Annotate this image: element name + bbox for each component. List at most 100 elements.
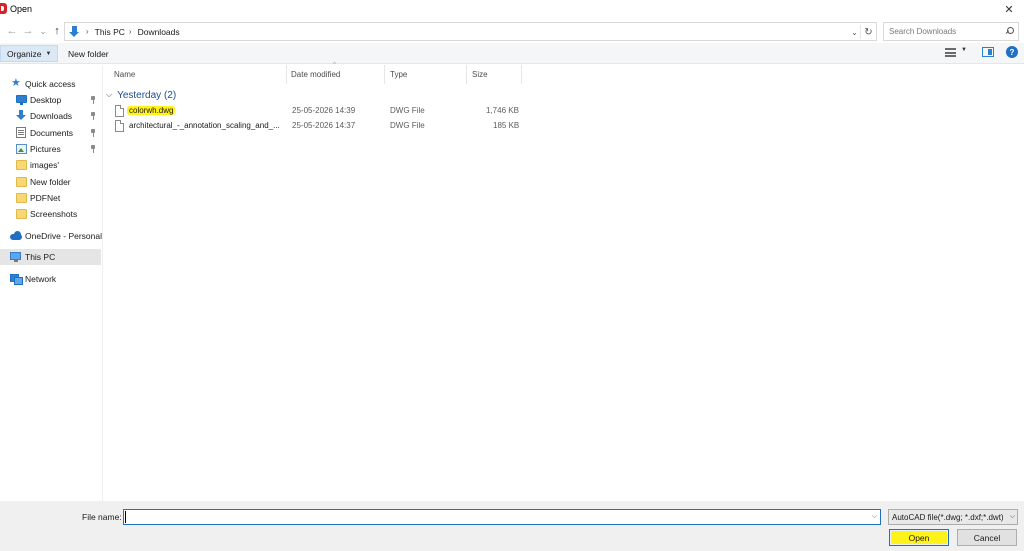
file-name-text: colorwh.dwg [127,106,176,115]
organize-button[interactable]: Organize ▼ [0,45,59,62]
sidebar-item-label: images' [30,160,60,170]
search-input[interactable]: Search Downloads [889,27,956,36]
file-size: 1,746 KB [486,106,519,115]
close-button[interactable]: ✕ [994,0,1024,18]
title-bar: Open ✕ [0,0,1024,18]
desktop-icon [16,95,27,105]
search-icon[interactable] [1005,27,1014,36]
sidebar-item-label: Screenshots [30,209,78,219]
breadcrumb-downloads[interactable]: Downloads [138,27,180,37]
sidebar-item-label: PDFNet [30,193,61,203]
caret-down-icon: ▼ [45,50,52,57]
sidebar-item-images[interactable]: images' [0,157,101,173]
help-icon[interactable]: ? [1006,46,1018,58]
file-row-architectural[interactable]: architectural_-_annotation_scaling_and_.… [110,119,530,134]
navigation-row: ← → ⌄ ↑ › This PC › Downloads ⌄ ↻ Search… [0,20,1024,42]
address-history-dropdown[interactable]: ⌄ [849,25,861,39]
folder-icon [16,160,27,170]
file-type-select[interactable]: AutoCAD file(*.dwg; *.dxf;*.dwt) ⌵ [888,509,1018,525]
open-button[interactable]: Open [889,529,949,546]
folder-icon [16,177,27,187]
cancel-button[interactable]: Cancel [957,529,1017,546]
file-icon [115,105,124,117]
sidebar-item-label: Documents [30,128,73,138]
sidebar-item-desktop[interactable]: Desktop [0,92,101,108]
breadcrumb-separator[interactable]: › [86,27,89,36]
sidebar-item-label: Network [25,274,57,284]
file-name-input[interactable] [123,509,881,525]
pin-icon[interactable] [90,96,96,104]
sort-caret-icon: ^ [333,62,336,68]
group-header-yesterday[interactable]: ⌵ Yesterday (2) [106,88,176,102]
up-button[interactable]: ↑ [50,23,64,39]
sidebar-item-this-pc[interactable]: This PC [0,249,101,265]
text-cursor [125,511,126,523]
sidebar-item-quick-access[interactable]: Quick access [0,76,101,92]
sidebar-item-screenshots[interactable]: Screenshots [0,206,101,222]
file-name-dropdown-icon[interactable]: ⌵ [869,510,880,524]
navigation-pane: Quick access Desktop Downloads Documents… [0,65,103,501]
back-button[interactable]: ← [5,23,19,39]
breadcrumb-this-pc[interactable]: This PC [95,27,125,37]
group-label: Yesterday (2) [117,89,177,101]
change-view-icon[interactable] [945,48,956,57]
window-title: Open [10,4,33,14]
folder-icon [16,209,27,219]
file-name-label: File name: [82,512,122,522]
column-header-type[interactable]: Type [386,65,467,84]
sidebar-item-downloads[interactable]: Downloads [0,108,101,124]
file-size: 185 KB [493,121,520,130]
forward-button[interactable]: → [21,23,35,39]
search-box[interactable]: Search Downloads [883,22,1019,41]
folder-icon [16,193,27,203]
file-type-value: AutoCAD file(*.dwg; *.dxf;*.dwt) [892,512,1004,522]
sidebar-item-label: Downloads [30,111,73,121]
chevron-down-icon: ⌵ [106,90,113,99]
recent-locations-button[interactable]: ⌄ [36,23,50,39]
file-date: 25-05-2026 14:37 [292,121,356,130]
download-icon [16,110,27,120]
sidebar-item-network[interactable]: Network [0,271,101,287]
file-type: DWG File [390,121,425,130]
app-icon [0,3,7,14]
sidebar-item-pdfnet[interactable]: PDFNet [0,190,101,206]
file-name: colorwh.dwg [127,106,176,115]
address-bar[interactable]: › This PC › Downloads ⌄ ↻ [64,22,877,41]
sidebar-item-pictures[interactable]: Pictures [0,141,101,157]
pin-icon[interactable] [90,112,96,120]
view-options-caret-icon[interactable]: ▼ [961,47,967,53]
file-name: architectural_-_annotation_scaling_and_.… [129,121,280,130]
pin-icon[interactable] [90,129,96,137]
downloads-location-icon [68,25,82,39]
column-header-name[interactable]: Name [110,65,287,84]
sidebar-item-onedrive[interactable]: OneDrive - Personal [0,228,102,244]
bottom-panel: File name: ⌵ AutoCAD file(*.dwg; *.dxf;*… [0,501,1024,551]
file-date: 25-05-2026 14:39 [292,106,356,115]
column-header-size[interactable]: Size [468,65,522,84]
new-folder-button[interactable]: New folder [62,45,115,62]
star-icon [11,77,22,89]
computer-icon [10,252,21,262]
sidebar-item-label: New folder [30,177,71,187]
sidebar-item-label: This PC [25,252,56,262]
column-header-date-modified[interactable]: Date modified [287,65,385,84]
sidebar-item-documents[interactable]: Documents [0,125,101,141]
organize-label: Organize [7,48,42,59]
sidebar-item-label: Pictures [30,144,61,154]
file-type: DWG File [390,106,425,115]
documents-icon [16,127,26,138]
open-button-label: Open [908,532,930,543]
sidebar-item-label: Quick access [25,79,76,89]
refresh-icon[interactable]: ↻ [862,25,875,39]
network-icon [10,273,23,285]
file-row-colorwh[interactable]: colorwh.dwg 25-05-2026 14:39 DWG File 1,… [110,104,530,119]
preview-pane-icon[interactable] [982,47,994,57]
sidebar-item-new-folder[interactable]: New folder [0,174,101,190]
pin-icon[interactable] [90,145,96,153]
file-icon [115,120,124,132]
file-list: Name Date modified ^ Type Size ⌵ Yesterd… [104,62,1024,501]
command-toolbar: Organize ▼ New folder ▼ ? [0,43,1024,64]
pictures-icon [16,144,27,154]
breadcrumb-separator[interactable]: › [129,27,132,36]
cloud-icon [10,231,22,241]
